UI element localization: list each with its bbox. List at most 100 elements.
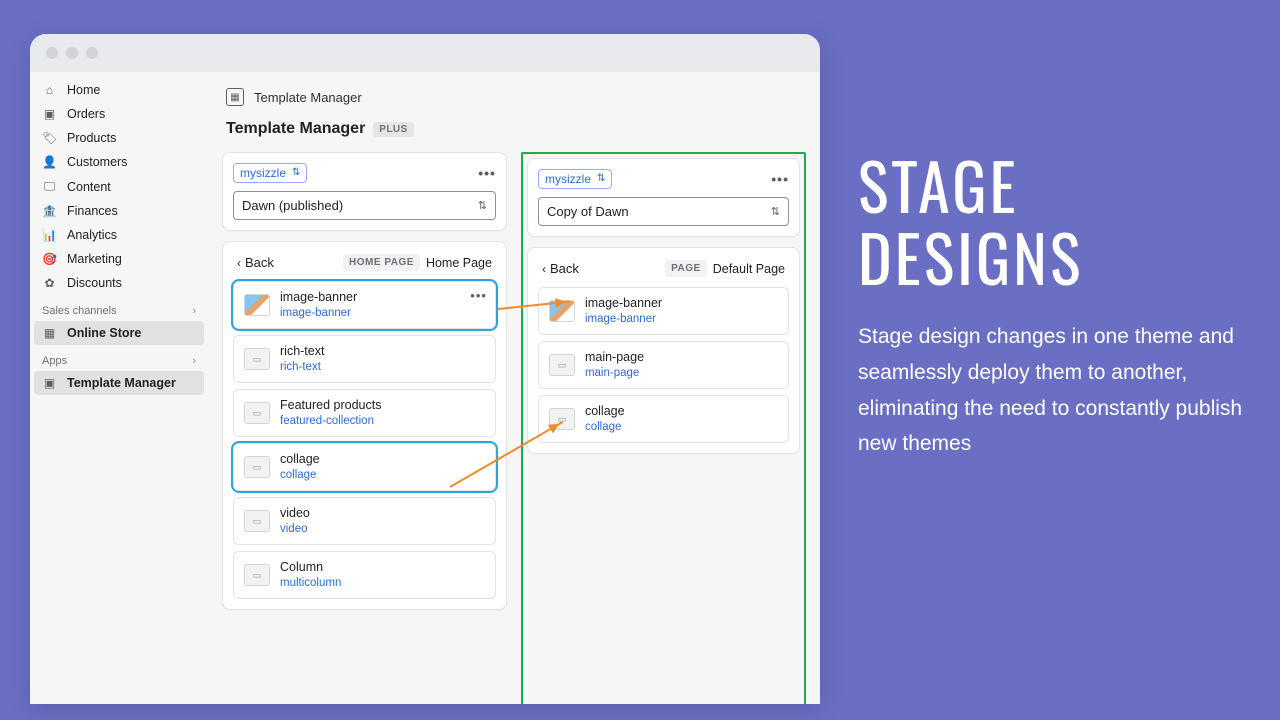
sidebar-item-label: Content (67, 180, 111, 194)
section-thumb-icon: ▭ (244, 402, 270, 424)
section-row[interactable]: ▭ Featured productsfeatured-collection (233, 389, 496, 437)
section-name: Featured products (280, 398, 381, 414)
caret-updown-icon: ⇅ (478, 199, 487, 212)
section-slug: image-banner (585, 312, 662, 326)
window-dot (46, 47, 58, 59)
page-name: Default Page (713, 262, 785, 276)
section-thumb-icon: ▭ (244, 348, 270, 370)
window-dot (86, 47, 98, 59)
nav-icon: 📊 (42, 228, 57, 242)
sidebar-item-finances[interactable]: 🏦 Finances (30, 199, 208, 223)
main-content: ▦ Template Manager Template Manager PLUS… (208, 72, 820, 704)
nav-icon: 🎯 (42, 252, 57, 266)
store-select[interactable]: mysizzle ⇅ (538, 169, 612, 189)
sidebar-item-online-store[interactable]: ▦Online Store (34, 321, 204, 345)
back-button[interactable]: ‹ Back (237, 255, 274, 270)
store-select[interactable]: mysizzle ⇅ (233, 163, 307, 183)
target-panel: mysizzle ⇅ ••• Copy of Dawn ⇅ (521, 152, 806, 704)
panels: mysizzle ⇅ ••• Dawn (published) ⇅ (208, 152, 820, 704)
sidebar-item-content[interactable]: 🖵Content (30, 174, 208, 199)
section-thumb-icon: ▭ (244, 456, 270, 478)
section-slug: image-banner (280, 306, 357, 320)
sidebar-item-label: Orders (67, 107, 105, 121)
sidebar-item-orders[interactable]: ▣ Orders (30, 102, 208, 126)
sidebar-item-label: Online Store (67, 326, 141, 340)
chevron-left-icon: ‹ (237, 256, 241, 270)
panel-more-button[interactable]: ••• (771, 171, 789, 187)
section-thumb-icon: ▭ (244, 510, 270, 532)
section-name: rich-text (280, 344, 324, 360)
sidebar-item-customers[interactable]: 👤 Customers (30, 150, 208, 174)
sidebar-item-label: Home (67, 83, 100, 97)
page-type-badge: PAGE (665, 260, 707, 277)
sidebar-item-analytics[interactable]: 📊 Analytics (30, 223, 208, 247)
chevron-left-icon: ‹ (542, 262, 546, 276)
marketing-body: Stage design changes in one theme and se… (858, 319, 1248, 462)
nav-icon: ✿ (42, 276, 57, 290)
section-row[interactable]: image-bannerimage-banner ••• (233, 281, 496, 329)
caret-updown-icon: ⇅ (771, 205, 780, 218)
window-dot (66, 47, 78, 59)
sidebar-item-label: Customers (67, 155, 127, 169)
section-row[interactable]: ▭Columnmulticolumn (233, 551, 496, 599)
caret-updown-icon: ⇅ (292, 169, 300, 177)
section-row[interactable]: image-bannerimage-banner (538, 287, 789, 335)
section-row[interactable]: ▭ videovideo (233, 497, 496, 545)
section-name: image-banner (585, 296, 662, 312)
marketing-copy: STAGE DESIGNS Stage design changes in on… (858, 150, 1248, 462)
sidebar-item-template-manager[interactable]: ▣Template Manager (34, 371, 204, 395)
sidebar-item-label: Analytics (67, 228, 117, 242)
section-slug: video (280, 522, 310, 536)
panel-more-button[interactable]: ••• (478, 165, 496, 181)
breadcrumb: ▦ Template Manager (208, 76, 820, 114)
marketing-headline: STAGE DESIGNS (858, 150, 1248, 293)
page-name: Home Page (426, 256, 492, 270)
sidebar-item-label: Marketing (67, 252, 122, 266)
nav-icon: ▣ (42, 107, 57, 121)
section-name: image-banner (280, 290, 357, 306)
breadcrumb-label: Template Manager (254, 90, 362, 105)
nav-icon: 👤 (42, 155, 57, 169)
section-thumb-icon (244, 294, 270, 316)
section-slug: collage (585, 420, 625, 434)
section-thumb-icon: ▭ (244, 564, 270, 586)
sidebar-section-apps: Apps › (30, 345, 208, 371)
section-slug: featured-collection (280, 414, 381, 428)
target-selector-card: mysizzle ⇅ ••• Copy of Dawn ⇅ (527, 158, 800, 237)
source-panel: mysizzle ⇅ ••• Dawn (published) ⇅ (222, 152, 507, 704)
back-button[interactable]: ‹ Back (542, 261, 579, 276)
section-row[interactable]: ▭collagecollage (538, 395, 789, 443)
section-slug: main-page (585, 366, 644, 380)
section-name: collage (280, 452, 320, 468)
sidebar-item-home[interactable]: ⌂ Home (30, 78, 208, 102)
window-titlebar (30, 34, 820, 72)
page-type-badge: HOME PAGE (343, 254, 420, 271)
nav-icon: ⌂ (42, 83, 57, 97)
theme-select[interactable]: Dawn (published) ⇅ (233, 191, 496, 220)
chevron-right-icon: › (192, 355, 196, 367)
section-row[interactable]: ▭rich-textrich-text (233, 335, 496, 383)
sidebar-item-label: Products (67, 131, 116, 145)
app-shell: ⌂Home▣Orders🏷Products👤Customers🖵Content🏦… (30, 72, 820, 704)
nav-icon: 🏦 (42, 204, 57, 218)
sidebar-item-discounts[interactable]: ✿Discounts (30, 271, 208, 295)
page-indicator: PAGE Default Page (665, 260, 785, 277)
sidebar-item-label: Template Manager (67, 376, 176, 390)
theme-select[interactable]: Copy of Dawn ⇅ (538, 197, 789, 226)
sidebar-item-products[interactable]: 🏷 Products (30, 126, 208, 150)
sidebar-item-marketing[interactable]: 🎯 Marketing (30, 247, 208, 271)
page-indicator: HOME PAGE Home Page (343, 254, 492, 271)
section-row[interactable]: ▭main-pagemain-page (538, 341, 789, 389)
page-title-row: Template Manager PLUS (208, 114, 820, 152)
app-logo-icon: ▦ (226, 88, 244, 106)
nav-icon: 🏷 (42, 131, 57, 145)
section-slug: collage (280, 468, 320, 482)
plan-badge: PLUS (373, 122, 413, 137)
section-name: video (280, 506, 310, 522)
source-sections-card: ‹ Back HOME PAGE Home Page image-banneri… (222, 241, 507, 610)
section-name: Column (280, 560, 341, 576)
sidebar-item-label: Finances (67, 204, 118, 218)
sidebar: ⌂Home▣Orders🏷Products👤Customers🖵Content🏦… (30, 72, 208, 704)
section-name: main-page (585, 350, 644, 366)
section-more-button[interactable]: ••• (470, 288, 487, 303)
